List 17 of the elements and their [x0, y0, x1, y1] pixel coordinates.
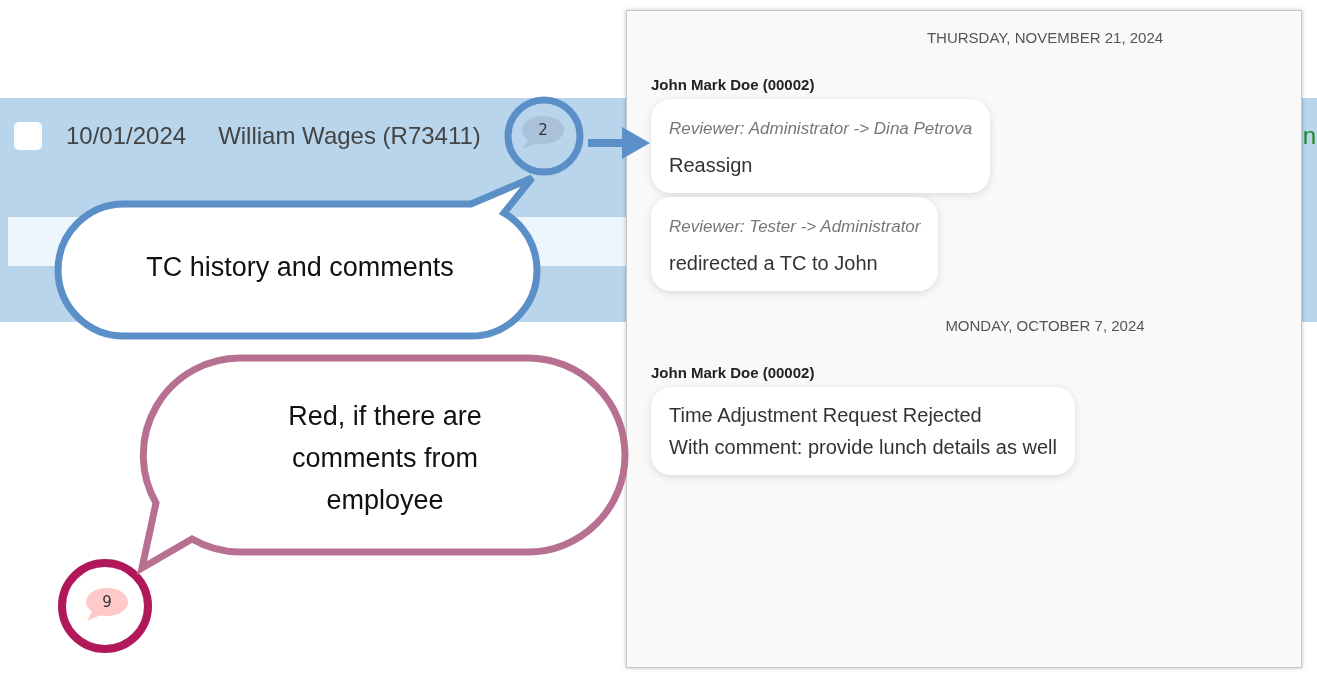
message-meta: Reviewer: Tester -> Administrator	[669, 217, 921, 237]
comment-count: 2	[538, 121, 548, 139]
employee-cell: William Wages (R73411)	[218, 122, 481, 150]
comment-count: 9	[102, 593, 112, 611]
date-heading: THURSDAY, NOVEMBER 21, 2024	[925, 29, 1165, 46]
status-cell: n	[1302, 122, 1316, 150]
message-text: Reassign	[669, 153, 754, 178]
message-text: redirected a TC to John	[669, 251, 879, 276]
message-text: With comment: provide lunch details as well	[669, 435, 1057, 460]
author-name: John Mark Doe (00002)	[651, 76, 816, 93]
message-meta: Reviewer: Administrator -> Dina Petrova	[669, 119, 973, 139]
callout-text: Red, if there are comments from employee	[287, 400, 483, 517]
callout-text: TC history and comments	[145, 252, 455, 283]
message-text: Time Adjustment Request Rejected	[669, 403, 983, 428]
author-name: John Mark Doe (00002)	[651, 364, 816, 381]
date-cell: 10/01/2024	[66, 122, 187, 150]
date-heading: MONDAY, OCTOBER 7, 2024	[944, 317, 1146, 334]
